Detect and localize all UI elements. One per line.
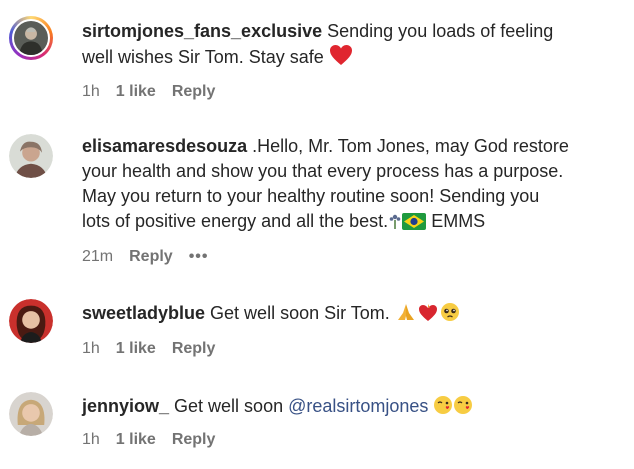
- folded-hands-icon: [395, 302, 417, 329]
- avatar[interactable]: [9, 16, 53, 60]
- reply-button[interactable]: Reply: [172, 83, 216, 100]
- comment-meta: 21m Reply •••: [82, 247, 225, 267]
- more-options-icon[interactable]: •••: [189, 248, 209, 265]
- avatar[interactable]: [9, 134, 53, 178]
- comment-text-line4: lots of positive energy and all the best…: [82, 211, 389, 231]
- comment-text-line1: Sending you loads of feeling: [322, 21, 554, 41]
- comment-meta: 1h 1 like Reply: [82, 430, 231, 450]
- red-heart-icon: [329, 44, 353, 73]
- comment-meta: 1h 1 like Reply: [82, 82, 231, 102]
- comment-meta: 1h 1 like Reply: [82, 339, 231, 359]
- comment-username[interactable]: elisamaresdesouza: [82, 136, 247, 156]
- avatar-image: [9, 392, 53, 436]
- comment-text-line3: May you return to your healthy routine s…: [82, 186, 540, 206]
- comment-text: jennyiow_ Get well soon @realsirtomjones: [82, 394, 624, 422]
- comment-text-line1: .Hello, Mr. Tom Jones, may God restore: [247, 136, 569, 156]
- comment-text: sweetladyblue Get well soon Sir Tom.: [82, 301, 624, 329]
- comment-text-tail: EMMS: [426, 211, 486, 231]
- likes-count[interactable]: 1 like: [116, 431, 156, 448]
- comment-time: 21m: [82, 248, 114, 265]
- face-blowing-kiss-icon: [453, 395, 473, 422]
- comment-text: sirtomjones_fans_exclusive Sending you l…: [82, 19, 624, 73]
- likes-count[interactable]: 1 like: [116, 83, 156, 100]
- pleading-face-icon: [439, 302, 461, 329]
- comment-time: 1h: [82, 431, 100, 448]
- mention-link[interactable]: @realsirtomjones: [288, 396, 428, 416]
- heart-on-fire-icon: [417, 302, 439, 329]
- comment-time: 1h: [82, 340, 100, 357]
- comment-username[interactable]: sweetladyblue: [82, 303, 205, 323]
- comment-text: elisamaresdesouza .Hello, Mr. Tom Jones,…: [82, 134, 624, 237]
- likes-count[interactable]: 1 like: [116, 340, 156, 357]
- comment-text-line1: Get well soon Sir Tom.: [205, 303, 395, 323]
- reply-button[interactable]: Reply: [172, 340, 216, 357]
- avatar-image: [14, 21, 48, 55]
- comment-username[interactable]: jennyiow_: [82, 396, 169, 416]
- reply-button[interactable]: Reply: [129, 248, 173, 265]
- avatar-image: [9, 134, 53, 178]
- comment-text-line1: Get well soon: [169, 396, 289, 416]
- reply-button[interactable]: Reply: [172, 431, 216, 448]
- comment-username[interactable]: sirtomjones_fans_exclusive: [82, 21, 322, 41]
- avatar[interactable]: [9, 392, 53, 436]
- brazil-flag-icon: [402, 212, 427, 237]
- flower-icon: [388, 212, 402, 237]
- face-blowing-kiss-icon: [433, 395, 453, 422]
- comment-text-line2: well wishes Sir Tom. Stay safe: [82, 47, 329, 67]
- avatar-image: [9, 299, 53, 343]
- comment-time: 1h: [82, 83, 100, 100]
- comment-text-line2: your health and show you that every proc…: [82, 161, 564, 181]
- avatar[interactable]: [9, 299, 53, 343]
